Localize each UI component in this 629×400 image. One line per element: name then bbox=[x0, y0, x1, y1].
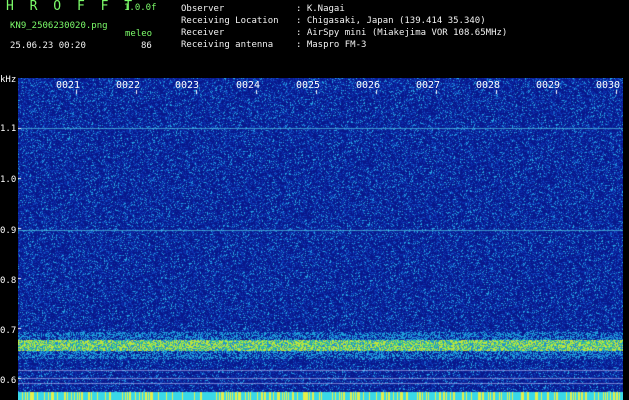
filename-label: KN9_2506230020.png bbox=[10, 21, 108, 31]
time-tick-label: 0022 bbox=[116, 80, 141, 91]
antenna-value: : Maspro FM-3 bbox=[296, 40, 367, 50]
time-tick-label: 0021 bbox=[56, 80, 81, 91]
freq-tick-label: 1.0 bbox=[0, 175, 17, 185]
time-tick-label: 0025 bbox=[296, 80, 321, 91]
location-label: Receiving Location bbox=[181, 16, 279, 26]
time-tick-label: 0023 bbox=[175, 80, 200, 91]
receiver-value: : AirSpy mini (Miakejima VOR 108.65MHz) bbox=[296, 28, 508, 38]
freq-tick-label: 0.8 bbox=[0, 276, 17, 286]
observer-value: : K.Nagai bbox=[296, 4, 345, 14]
app-title: H R O F F T bbox=[6, 0, 137, 14]
freq-tick-label: 0.9 bbox=[0, 226, 17, 236]
freq-tick-label: 0.6 bbox=[0, 376, 17, 386]
freq-tick-label: 0.7 bbox=[0, 326, 17, 336]
freq-unit-label: kHz bbox=[0, 75, 17, 85]
version-label: 1.0.0f bbox=[124, 3, 157, 13]
observer-label: Observer bbox=[181, 4, 225, 14]
time-tick-label: 0027 bbox=[416, 80, 441, 91]
meleo-value: 86 bbox=[141, 41, 152, 51]
time-tick-label: 0028 bbox=[476, 80, 501, 91]
time-tick-label: 0030 bbox=[596, 80, 621, 91]
freq-tick-label: 1.1 bbox=[0, 124, 17, 134]
location-value: : Chigasaki, Japan (139.414 35.340) bbox=[296, 16, 486, 26]
antenna-label: Receiving antenna bbox=[181, 40, 274, 50]
meleo-label: meleo bbox=[125, 29, 153, 39]
receiver-label: Receiver bbox=[181, 28, 225, 38]
time-tick-label: 0029 bbox=[536, 80, 561, 91]
time-tick-label: 0026 bbox=[356, 80, 381, 91]
time-tick-label: 0024 bbox=[236, 80, 261, 91]
spectrogram-canvas bbox=[18, 78, 623, 400]
timestamp-label: 25.06.23 00:20 bbox=[10, 41, 86, 51]
